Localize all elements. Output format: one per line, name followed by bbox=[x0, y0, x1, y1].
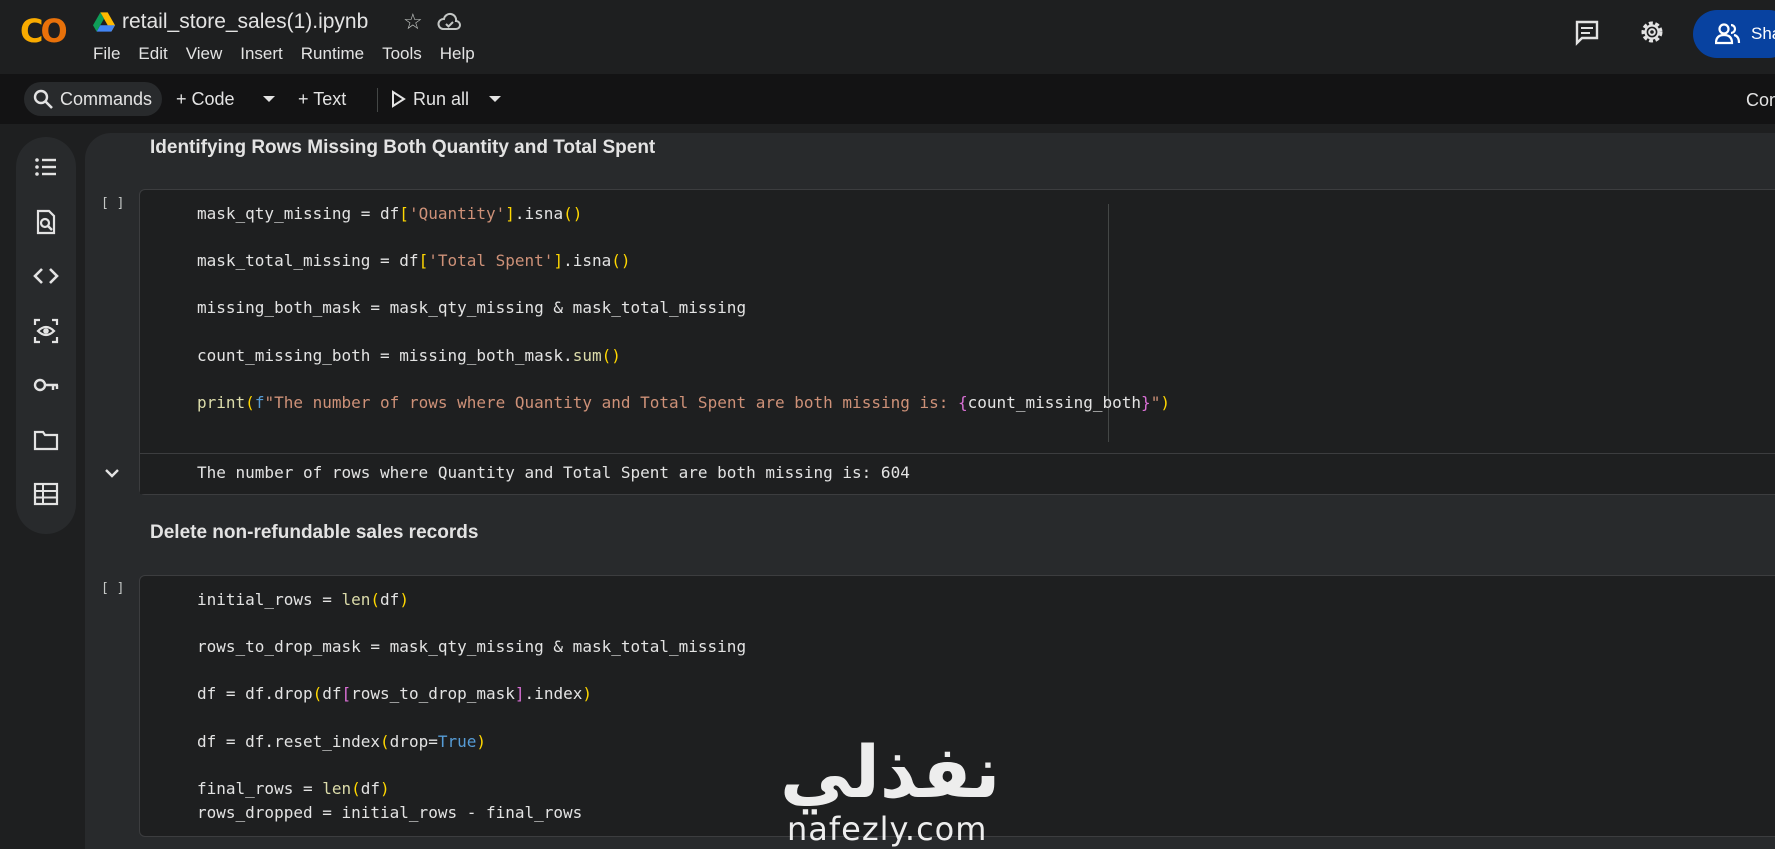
cloud-saved-icon[interactable] bbox=[437, 12, 461, 32]
code-line: print(f"The number of rows where Quantit… bbox=[197, 393, 1170, 412]
code-line: count_missing_both = missing_both_mask.s… bbox=[197, 346, 621, 365]
menu-insert[interactable]: Insert bbox=[240, 44, 283, 64]
share-button[interactable]: Sha bbox=[1693, 10, 1775, 58]
colab-logo[interactable]: CO bbox=[20, 12, 68, 50]
section-heading-missing-rows: Identifying Rows Missing Both Quantity a… bbox=[150, 137, 656, 158]
secrets-key-icon[interactable] bbox=[32, 371, 60, 399]
find-replace-icon[interactable] bbox=[32, 208, 60, 236]
collapse-output-chevron-icon[interactable] bbox=[103, 464, 121, 482]
comment-icon[interactable] bbox=[1573, 18, 1601, 46]
table-of-contents-icon[interactable] bbox=[32, 153, 60, 181]
code-cell-1[interactable]: mask_qty_missing = df['Quantity'].isna()… bbox=[139, 189, 1775, 495]
menu-edit[interactable]: Edit bbox=[138, 44, 167, 64]
code-line: mask_total_missing = df['Total Spent'].i… bbox=[197, 251, 631, 270]
commands-button[interactable]: Commands bbox=[24, 82, 163, 116]
run-all-button[interactable]: Run all bbox=[390, 82, 469, 116]
people-icon bbox=[1715, 23, 1741, 45]
menu-runtime[interactable]: Runtime bbox=[301, 44, 364, 64]
menu-view[interactable]: View bbox=[186, 44, 223, 64]
code-line: df = df.drop(df[rows_to_drop_mask].index… bbox=[197, 684, 592, 703]
code-line: missing_both_mask = mask_qty_missing & m… bbox=[197, 298, 747, 317]
code-line: mask_qty_missing = df['Quantity'].isna() bbox=[197, 204, 583, 223]
add-code-label: + Code bbox=[176, 88, 235, 109]
run-all-label: Run all bbox=[413, 88, 470, 109]
code-snippets-icon[interactable] bbox=[32, 262, 60, 290]
commands-label: Commands bbox=[60, 88, 153, 109]
run-options-chevron-icon[interactable] bbox=[488, 82, 502, 116]
connect-button[interactable]: Con bbox=[1746, 90, 1775, 111]
left-sidebar bbox=[16, 137, 76, 534]
watermark-logo-arabic: نفذلي bbox=[780, 730, 1001, 814]
toolbar-divider bbox=[377, 88, 378, 112]
settings-icon[interactable] bbox=[1638, 18, 1666, 46]
search-icon bbox=[33, 89, 53, 109]
add-code-button[interactable]: + Code bbox=[176, 82, 235, 116]
data-table-icon[interactable] bbox=[32, 480, 60, 508]
star-icon[interactable]: ☆ bbox=[403, 9, 423, 35]
add-text-button[interactable]: + Text bbox=[298, 82, 346, 116]
variables-icon[interactable] bbox=[32, 317, 60, 345]
share-label: Sha bbox=[1751, 24, 1775, 43]
code-line: rows_dropped = initial_rows - final_rows bbox=[197, 803, 583, 822]
code-line: initial_rows = len(df) bbox=[197, 590, 409, 609]
code-line: final_rows = len(df) bbox=[197, 779, 390, 798]
menu-help[interactable]: Help bbox=[440, 44, 475, 64]
run-cell-button[interactable]: [ ] bbox=[101, 581, 124, 596]
section-heading-delete-records: Delete non-refundable sales records bbox=[150, 522, 479, 543]
menu-tools[interactable]: Tools bbox=[382, 44, 422, 64]
cell-output: The number of rows where Quantity and To… bbox=[140, 453, 1775, 494]
top-bar: CO retail_store_sales(1).ipynb ☆ File Ed… bbox=[0, 0, 1775, 74]
notebook-filename[interactable]: retail_store_sales(1).ipynb bbox=[122, 10, 368, 34]
code-line: df = df.reset_index(drop=True) bbox=[197, 732, 487, 751]
run-cell-button[interactable]: [ ] bbox=[101, 196, 124, 211]
menu-bar: File Edit View Insert Runtime Tools Help bbox=[93, 44, 475, 64]
code-options-chevron-icon[interactable] bbox=[262, 82, 276, 116]
notebook-toolbar: Commands + Code + Text Run all Con bbox=[0, 74, 1775, 124]
code-line: rows_to_drop_mask = mask_qty_missing & m… bbox=[197, 637, 747, 656]
files-folder-icon[interactable] bbox=[32, 426, 60, 454]
drive-icon[interactable] bbox=[93, 12, 115, 32]
menu-file[interactable]: File bbox=[93, 44, 120, 64]
play-icon bbox=[392, 90, 406, 108]
watermark-logo-latin: nafezly.com bbox=[787, 810, 988, 848]
output-text: The number of rows where Quantity and To… bbox=[197, 463, 910, 482]
add-text-label: + Text bbox=[298, 88, 347, 109]
